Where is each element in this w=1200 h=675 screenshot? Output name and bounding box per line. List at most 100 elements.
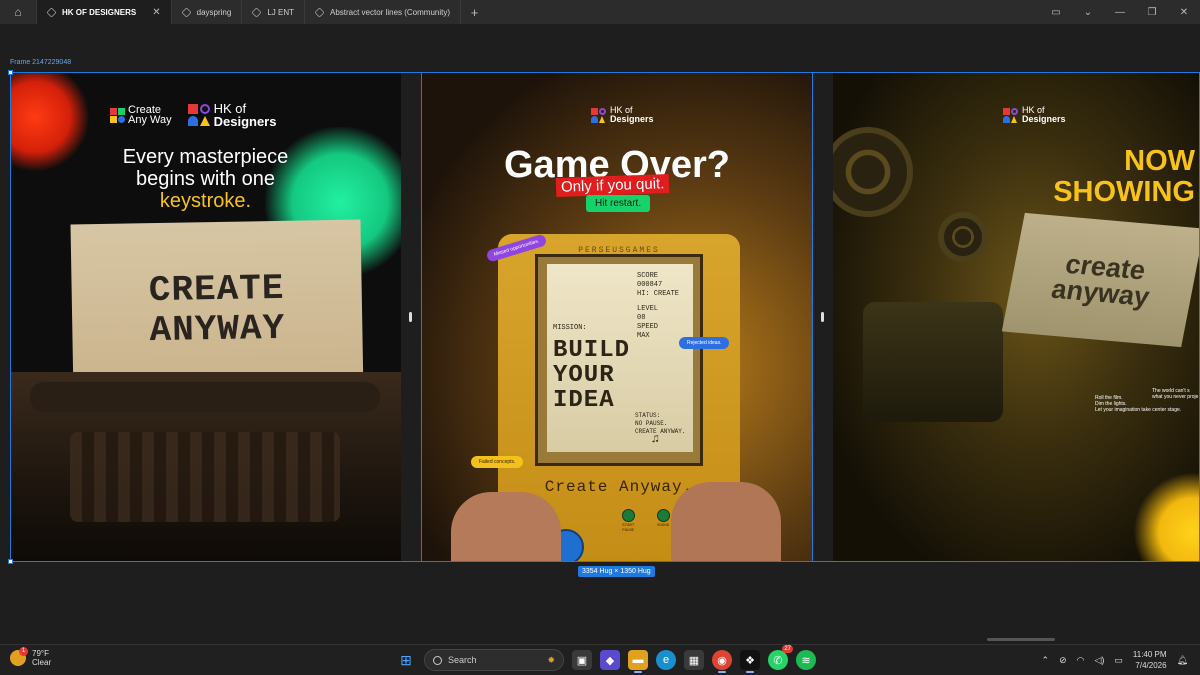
hk-designers-logo: HK of Designers: [1003, 106, 1066, 124]
tab-abstract-vector-lines[interactable]: Abstract vector lines (Community): [303, 0, 460, 24]
sticky-note-blue: Rejected ideas.: [679, 337, 730, 349]
console-button: START PAUSE: [620, 509, 637, 534]
taskbar-search[interactable]: Search ✸: [424, 649, 564, 671]
artboard-game-over[interactable]: HK of Designers Game Over? Only if you q…: [421, 72, 813, 562]
right-hand: [671, 482, 781, 562]
paper-line1: CREATE: [148, 267, 285, 311]
hk-shapes-icon: [591, 107, 606, 123]
location-off-icon[interactable]: ⊘: [1059, 655, 1067, 666]
console-screen: SCORE 000847 HI: CREATE LEVEL 08 SPEED M…: [535, 254, 703, 466]
tab-lj-ent[interactable]: LJ ENT: [241, 0, 304, 24]
hk-shapes-icon: [187, 104, 210, 126]
widgets-icon[interactable]: ◆: [600, 650, 620, 670]
logo-shapes-icon: [110, 107, 125, 123]
mission-line1: BUILD: [553, 337, 631, 364]
tab-label: LJ ENT: [267, 7, 294, 17]
now-showing-title: NOW SHOWING: [1053, 146, 1195, 208]
artboard-now-showing[interactable]: HK of Designers NOW SHOWING create anywa…: [833, 72, 1200, 562]
mission-line3: IDEA: [553, 387, 615, 414]
figma-file-icon: [181, 6, 192, 18]
volume-icon[interactable]: ◁): [1094, 655, 1104, 666]
task-view-icon[interactable]: ▣: [572, 650, 592, 670]
tab-hk-of-designers[interactable]: HK OF DESIGNERS ✕: [36, 0, 171, 24]
heading-line2: begins with one: [136, 168, 275, 190]
status-line3: CREATE ANYWAY.: [635, 428, 686, 435]
hk-designers-logo: HK of Designers: [187, 102, 277, 129]
tab-label: Abstract vector lines (Community): [329, 7, 451, 17]
minimize-button[interactable]: —: [1104, 7, 1136, 18]
weather-widget[interactable]: 1 79°F Clear: [10, 647, 51, 667]
notification-bell-icon[interactable]: 🔔︎: [1177, 655, 1188, 666]
logo-line2: Designers: [610, 114, 654, 124]
film-reel-small: [938, 212, 988, 262]
clock-time: 11:40 PM: [1132, 650, 1167, 659]
create-anyway-logo: Create Any Way: [110, 105, 172, 126]
level-value: 08: [637, 314, 646, 322]
frame-label[interactable]: Frame 2147229048: [10, 59, 71, 66]
spotify-icon[interactable]: ≋: [796, 650, 816, 670]
lcd-status: STATUS: NO PAUSE. CREATE ANYWAY.: [635, 412, 689, 436]
music-note-icon: ♫: [651, 432, 659, 446]
weather-temp: 79°F: [32, 649, 49, 658]
heading-accent: keystroke.: [159, 190, 252, 212]
quit-tag: Only if you quit.: [555, 174, 670, 197]
title-line2: SHOWING: [1053, 176, 1195, 208]
windows-taskbar: 1 79°F Clear ⊞ Search ✸ ▣ ◆ ▬ e ▦ ◉ ❖ ✆ …: [0, 644, 1200, 675]
weather-badge: 1: [19, 647, 28, 656]
edge-browser-icon[interactable]: e: [656, 650, 676, 670]
screen-line2: anyway: [1049, 273, 1152, 312]
chrome-icon[interactable]: ◉: [712, 650, 732, 673]
hk-shapes-icon: [1003, 107, 1018, 123]
logo-hk-line2: Designers: [213, 114, 277, 129]
caption-left: Roll the film. Dim the lights. Let your …: [1095, 395, 1182, 413]
clock[interactable]: 11:40 PM 7/4/2026: [1133, 649, 1167, 671]
status-line1: STATUS:: [635, 412, 661, 419]
clock-date: 7/4/2026: [1135, 661, 1167, 670]
resize-handle[interactable]: [8, 70, 13, 75]
wifi-icon[interactable]: ◠: [1077, 655, 1085, 666]
paper-line2: ANYWAY: [149, 307, 286, 351]
lcd-display: SCORE 000847 HI: CREATE LEVEL 08 SPEED M…: [547, 264, 693, 452]
gap-handle[interactable]: [409, 312, 412, 322]
close-window-button[interactable]: ✕: [1168, 7, 1200, 18]
typewriter-image: [10, 372, 401, 562]
tab-bar: ⌂ HK OF DESIGNERS ✕ dayspring LJ ENT Abs…: [0, 0, 1200, 24]
close-icon[interactable]: ✕: [152, 7, 160, 18]
system-tray: ⌃ ⊘ ◠ ◁) ▭ 11:40 PM 7/4/2026 🔔︎: [1042, 649, 1188, 671]
artboard-keystroke[interactable]: Create Any Way HK of Designers Every mas…: [10, 72, 401, 562]
mission-line2: YOUR: [553, 362, 615, 389]
figma-file-icon: [314, 6, 325, 18]
tab-dayspring[interactable]: dayspring: [170, 0, 242, 24]
score-value: 000847: [637, 281, 663, 289]
book-icon[interactable]: ▭: [1040, 7, 1072, 18]
size-badge: 3354 Hug × 1350 Hug: [578, 566, 655, 577]
left-hand: [451, 492, 561, 562]
yellow-glow-decoration: [1133, 472, 1200, 562]
tab-label: dayspring: [196, 7, 232, 17]
store-icon[interactable]: ▦: [684, 650, 704, 670]
gap-handle[interactable]: [821, 312, 824, 322]
film-projector: [863, 302, 1003, 422]
logo-line2: Designers: [1022, 114, 1066, 124]
resize-handle[interactable]: [8, 559, 13, 564]
speed-label: SPEED: [637, 323, 659, 331]
projection-screen: create anyway: [1001, 212, 1200, 348]
chevron-up-icon[interactable]: ⌃: [1042, 655, 1050, 666]
chevron-down-icon[interactable]: ⌄: [1072, 7, 1104, 18]
panel1-heading: Every masterpiece begins with one keystr…: [10, 146, 401, 212]
home-icon[interactable]: ⌂: [0, 0, 36, 24]
mission-label: MISSION:: [553, 324, 587, 332]
new-tab-button[interactable]: +: [460, 0, 488, 24]
file-explorer-icon[interactable]: ▬: [628, 650, 648, 673]
figma-app-window: ⌂ HK OF DESIGNERS ✕ dayspring LJ ENT Abs…: [0, 0, 1200, 675]
figma-icon[interactable]: ❖: [740, 650, 760, 673]
restore-button[interactable]: ❐: [1136, 7, 1168, 18]
tab-label: HK OF DESIGNERS: [62, 7, 137, 17]
windows-start-icon[interactable]: ⊞: [396, 650, 416, 670]
design-canvas[interactable]: Frame 2147229048 Create Any Way HK of De…: [0, 24, 1200, 644]
logo-row: Create Any Way HK of Designers: [110, 102, 276, 128]
horizontal-scrollbar[interactable]: [987, 638, 1055, 641]
battery-icon[interactable]: ▭: [1114, 655, 1123, 666]
figma-file-icon: [251, 6, 262, 18]
whatsapp-icon[interactable]: ✆ 27: [768, 645, 793, 670]
